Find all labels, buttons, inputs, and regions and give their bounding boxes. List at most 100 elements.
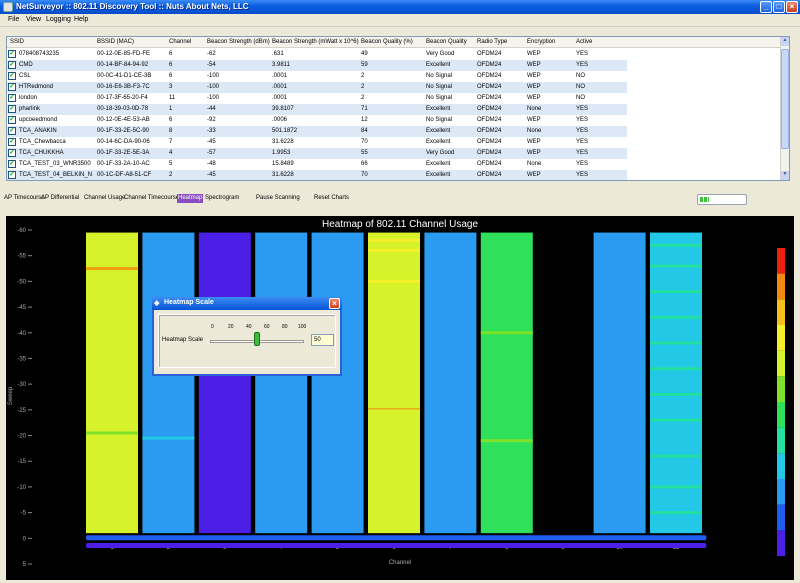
table-cell: OFDM24: [477, 106, 502, 112]
table-cell: -33: [207, 128, 216, 134]
col-encryption[interactable]: Encryption: [527, 39, 555, 45]
heatmap-scale-value-input[interactable]: 50: [311, 334, 334, 346]
channel-usage-button[interactable]: Channel Usage: [84, 195, 125, 201]
table-cell: WEP: [527, 139, 541, 145]
table-row[interactable]: ✓ HTRedmond 00-16-E6-3B-F3-7C 3 -100 .0001 2 No…: [7, 82, 627, 93]
table-cell: 71: [361, 106, 368, 112]
table-cell: -44: [207, 106, 216, 112]
table-cell: london: [19, 95, 38, 101]
scroll-thumb[interactable]: [781, 49, 789, 149]
table-row[interactable]: ✓ CMD 00-14-BF-84-94-92 6 -54 3.9811 59 Excelle…: [7, 60, 627, 71]
row-checkbox[interactable]: ✓: [8, 160, 16, 168]
heatmap-stripe: [650, 290, 702, 294]
ap-differential-button[interactable]: AP Differential: [41, 195, 79, 201]
col-ssid[interactable]: SSID: [10, 39, 24, 45]
scroll-up-icon[interactable]: ▲: [781, 37, 789, 46]
row-checkbox[interactable]: ✓: [8, 83, 16, 91]
table-cell: 501.1872: [272, 128, 298, 134]
row-checkbox[interactable]: ✓: [8, 105, 16, 113]
row-checkbox[interactable]: ✓: [8, 61, 16, 69]
col-strength-mwatt[interactable]: Beacon Strength (mWatt x 10^6): [272, 39, 359, 45]
col-active[interactable]: Active: [576, 39, 592, 45]
table-cell: CSL: [19, 73, 31, 79]
row-checkbox[interactable]: ✓: [8, 72, 16, 80]
table-row[interactable]: ✓ CSL 00-0C-41-D1-CE-3B 6 -100 .0001 2 No Signa…: [7, 71, 627, 82]
table-cell: 59: [361, 62, 368, 68]
heatmap-button[interactable]: Heatmap: [177, 194, 204, 203]
dialog-title-bar[interactable]: ◈ Heatmap Scale ×: [152, 297, 342, 310]
channel-timecourse-button[interactable]: Channel Timecourse: [124, 195, 179, 201]
slider-tick-label: 40: [246, 324, 252, 330]
menu-file[interactable]: File: [8, 16, 19, 23]
heatmap-stripe: [86, 431, 138, 435]
heatmap-stripe: [650, 341, 702, 345]
table-row[interactable]: ✓ london 00-17-3F-65-20-F4 11 -100 .0001 2 No S…: [7, 93, 627, 104]
grid-scrollbar[interactable]: ▲ ▼: [780, 37, 789, 180]
table-cell: 00-1F-33-2E-5E-3A: [97, 150, 150, 156]
title-bar[interactable]: NetSurveyor :: 802.11 Discovery Tool :: …: [0, 0, 800, 14]
table-cell: -48: [207, 161, 216, 167]
close-button[interactable]: ×: [786, 1, 798, 13]
row-checkbox[interactable]: ✓: [8, 127, 16, 135]
row-checkbox[interactable]: ✓: [8, 116, 16, 124]
col-quality[interactable]: Beacon Quality: [426, 39, 467, 45]
row-checkbox[interactable]: ✓: [8, 138, 16, 146]
table-cell: 55: [361, 150, 368, 156]
table-cell: YES: [576, 62, 589, 68]
scroll-down-icon[interactable]: ▼: [781, 171, 789, 180]
table-cell: 7: [169, 139, 173, 145]
ap-timecourse-button[interactable]: AP Timecourse: [4, 195, 45, 201]
chart-toolbar: AP Timecourse AP Differential Channel Us…: [0, 192, 800, 205]
table-cell: 00-12-0E-85-FD-FE: [97, 51, 151, 57]
table-cell: WEP: [527, 117, 541, 123]
col-channel[interactable]: Channel: [169, 39, 191, 45]
y-tick-label: -50: [17, 279, 26, 285]
col-radio-type[interactable]: Radio Type: [477, 39, 507, 45]
table-cell: .0001: [272, 73, 288, 79]
row-checkbox[interactable]: ✓: [8, 171, 16, 179]
ap-grid[interactable]: SSID BSSID (MAC) Channel Beacon Strength…: [6, 36, 790, 181]
spectrogram-button[interactable]: Spectrogram: [205, 195, 239, 201]
row-checkbox[interactable]: ✓: [8, 50, 16, 58]
dialog-close-icon[interactable]: ×: [329, 298, 340, 309]
menu-view[interactable]: View: [26, 16, 41, 23]
menu-help[interactable]: Help: [74, 16, 88, 23]
table-cell: 3.9811: [272, 62, 290, 68]
heatmap-scale-label: Heatmap Scale: [162, 337, 204, 343]
heatmap-svg: Heatmap of 802.11 Channel Usage123456789…: [8, 219, 785, 568]
table-cell: No Signal: [426, 73, 453, 79]
heatmap-stripe: [650, 454, 702, 458]
table-row[interactable]: ✓ TCA_Chewbacca 00-14-6C-DA-90-06 7 -45 31.62…: [7, 137, 627, 148]
table-cell: 00-1F-33-2A-10-AC: [97, 161, 150, 167]
reset-charts-button[interactable]: Reset Charts: [314, 195, 349, 201]
table-row[interactable]: ✓ pharlink 00-18-39-03-0D-78 1 -44 39.8107 71 E…: [7, 104, 627, 115]
col-quality-pct[interactable]: Beacon Quality (%): [361, 39, 413, 45]
row-checkbox[interactable]: ✓: [8, 149, 16, 157]
table-cell: Excellent: [426, 139, 451, 145]
table-cell: TCA_Chewbacca: [19, 139, 66, 145]
table-cell: CMD: [19, 62, 33, 68]
color-scale-segment: [777, 504, 785, 531]
heatmap-bottom-row: [86, 543, 707, 549]
heatmap-scale-dialog: ◈ Heatmap Scale × Heatmap Scale 0 20 40 …: [152, 297, 342, 376]
pause-scanning-button[interactable]: Pause Scanning: [256, 195, 300, 201]
table-row[interactable]: ✓ upcoeedmond 00-12-0E-4E-53-AB 6 -92 .0006 12…: [7, 115, 627, 126]
heatmap-scale-slider-thumb[interactable]: [254, 332, 260, 346]
table-row[interactable]: ✓ TCA_TEST_03_WNR3500 00-1F-33-2A-10-AC 5 -4…: [7, 159, 627, 170]
table-row[interactable]: ✓ TCA_TEST_04_BELKIN_N 00-1C-DF-A8-51-CF 2 -…: [7, 170, 627, 180]
col-strength-dbm[interactable]: Beacon Strength (dBm): [207, 39, 270, 45]
table-row[interactable]: ✓ TCA_CHUKKHA 00-1F-33-2E-5E-3A 4 -57 1.9953 5…: [7, 148, 627, 159]
minimize-button[interactable]: _: [760, 1, 772, 13]
table-cell: HTRedmond: [19, 84, 54, 90]
table-cell: OFDM24: [477, 51, 502, 57]
table-row[interactable]: ✓ TCA_ANAKIN 00-1F-33-2E-5C-90 8 -33 501.1872…: [7, 126, 627, 137]
heatmap-stripe: [142, 436, 195, 440]
menu-logging[interactable]: Logging: [46, 16, 71, 23]
table-cell: TCA_TEST_04_BELKIN_N: [19, 172, 93, 178]
col-bssid[interactable]: BSSID (MAC): [97, 39, 134, 45]
table-row[interactable]: ✓ 078408743235 00-12-0E-85-FD-FE 6 -62 .631 49…: [7, 49, 627, 60]
table-cell: WEP: [527, 62, 541, 68]
row-checkbox[interactable]: ✓: [8, 94, 16, 102]
table-cell: .0001: [272, 95, 288, 101]
maximize-button[interactable]: □: [773, 1, 785, 13]
